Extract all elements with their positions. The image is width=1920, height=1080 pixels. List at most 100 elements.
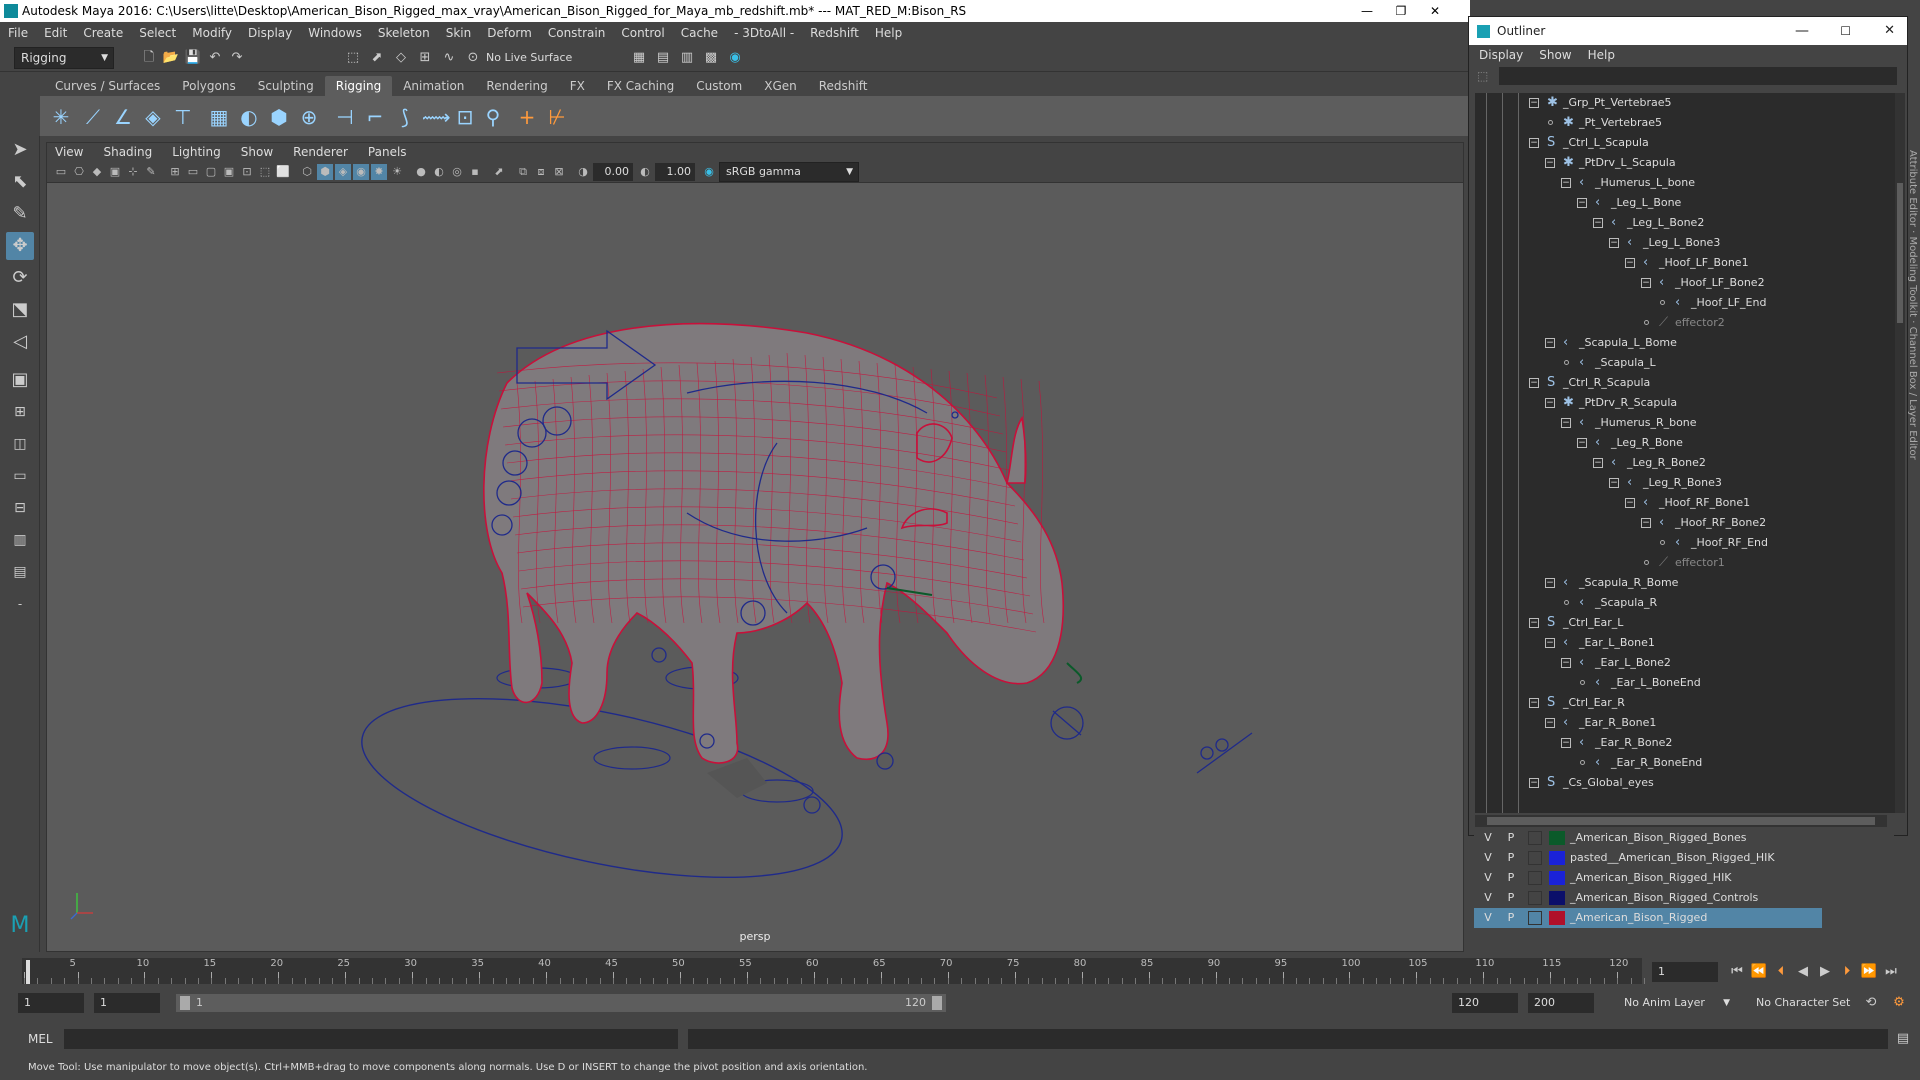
wireframe-on-shaded-icon[interactable]: ◈ xyxy=(335,164,351,180)
select-object-icon[interactable]: ⬈ xyxy=(368,49,386,67)
outliner-item[interactable]: − S _Ctrl_Ear_L xyxy=(1475,613,1895,633)
animation-end-field[interactable]: 200 xyxy=(1528,993,1594,1013)
add-influence-icon[interactable]: + xyxy=(514,104,540,130)
auto-key-icon[interactable]: ⟲ xyxy=(1862,994,1880,1012)
collapse-toggle-icon[interactable]: − xyxy=(1529,698,1539,708)
menu-create[interactable]: Create xyxy=(83,26,123,40)
layer-display-type[interactable] xyxy=(1528,891,1542,905)
command-input[interactable] xyxy=(64,1029,678,1049)
aim-constraint-icon[interactable]: ⟿ xyxy=(422,104,451,130)
display-layer-row[interactable]: V Ppasted__American_Bison_Rigged_HIK xyxy=(1474,848,1822,868)
safe-action-icon[interactable]: ⬚ xyxy=(257,164,273,180)
menu-deform[interactable]: Deform xyxy=(487,26,532,40)
display-layer-row[interactable]: V P _American_Bison_Rigged_HIK xyxy=(1474,868,1822,888)
collapse-toggle-icon[interactable]: − xyxy=(1641,518,1651,528)
menu-3dtoall[interactable]: - 3DtoAll - xyxy=(734,26,794,40)
current-frame-field[interactable]: 1 xyxy=(1652,962,1718,982)
range-end-handle[interactable] xyxy=(932,996,942,1010)
viewport-menu-panels[interactable]: Panels xyxy=(368,145,407,159)
create-joints-icon[interactable]: ✳ xyxy=(48,104,74,130)
shadows-icon[interactable]: ☀ xyxy=(389,164,405,180)
color-management-icon[interactable]: ◉ xyxy=(701,164,717,180)
step-forward-key-icon[interactable]: ⏩ xyxy=(1860,963,1878,981)
outliner-tree[interactable]: − ✱ _Grp_Pt_Vertebrae5 ✱ _Pt_Vertebrae5− S _Ct… xyxy=(1475,93,1895,813)
outliner-item[interactable]: ‹ _Scapula_R xyxy=(1475,593,1895,613)
outliner-item[interactable]: − ‹ _Hoof_RF_Bone2 xyxy=(1475,513,1895,533)
layer-display-type[interactable] xyxy=(1528,831,1542,845)
snap-point-icon[interactable]: ⊙ xyxy=(464,49,482,67)
foot-control-curve[interactable] xyxy=(803,796,821,814)
display-layer-row[interactable]: V P _American_Bison_Rigged_Controls xyxy=(1474,888,1822,908)
outliner-item[interactable]: − ‹ _Hoof_RF_Bone1 xyxy=(1475,493,1895,513)
scale-tool-icon[interactable]: ⬔ xyxy=(6,296,34,324)
outliner-item[interactable]: − ‹ _Leg_L_Bone3 xyxy=(1475,233,1895,253)
outliner-item[interactable]: ‹ _Ear_R_BoneEnd xyxy=(1475,753,1895,773)
collapse-toggle-icon[interactable]: − xyxy=(1561,178,1571,188)
uv-layout-icon[interactable]: ▤ xyxy=(6,558,34,586)
filter-icon[interactable]: ⬚ xyxy=(1477,69,1488,83)
outliner-item[interactable]: ‹ _Ear_L_BoneEnd xyxy=(1475,673,1895,693)
menu-help[interactable]: Help xyxy=(875,26,902,40)
shelf-tab-curves-surfaces[interactable]: Curves / Surfaces xyxy=(44,76,171,96)
outliner-item[interactable]: ‹ _Scapula_L xyxy=(1475,353,1895,373)
menu-skin[interactable]: Skin xyxy=(446,26,472,40)
outliner-item[interactable]: − ‹ _Ear_R_Bone1 xyxy=(1475,713,1895,733)
collapse-toggle-icon[interactable]: − xyxy=(1545,158,1555,168)
layer-color-swatch[interactable] xyxy=(1549,871,1565,885)
shelf-tab-xgen[interactable]: XGen xyxy=(753,76,808,96)
layer-color-swatch[interactable] xyxy=(1549,851,1565,865)
outliner-item[interactable]: ⟋ effector1 xyxy=(1475,553,1895,573)
layer-playback-toggle[interactable]: P xyxy=(1503,828,1519,848)
layer-visibility-toggle[interactable]: V xyxy=(1480,908,1496,928)
foot-control-curve[interactable] xyxy=(593,746,671,770)
layer-display-type[interactable] xyxy=(1528,911,1542,925)
shelf-tab-fx[interactable]: FX xyxy=(559,76,596,96)
character-set-dropdown[interactable]: No Character Set xyxy=(1742,993,1868,1013)
wireframe-icon[interactable]: ⬡ xyxy=(299,164,315,180)
range-start-field[interactable]: 1 xyxy=(18,993,84,1013)
move-tool-icon[interactable]: ✥ xyxy=(6,232,34,260)
outliner-item[interactable]: − ✱ _PtDrv_L_Scapula xyxy=(1475,153,1895,173)
menu-redshift[interactable]: Redshift xyxy=(810,26,859,40)
collapse-toggle-icon[interactable]: − xyxy=(1593,458,1603,468)
menu-file[interactable]: File xyxy=(8,26,28,40)
orient-constraint-icon[interactable]: ⌐ xyxy=(362,104,388,130)
layer-visibility-toggle[interactable]: V xyxy=(1480,848,1496,868)
eye-control-curve[interactable] xyxy=(1200,746,1214,760)
remove-influence-icon[interactable]: ⊬ xyxy=(544,104,570,130)
collapse-toggle-icon[interactable]: − xyxy=(1561,418,1571,428)
paint-select-icon[interactable]: ✎ xyxy=(6,200,34,228)
smooth-shade-icon[interactable]: ⬢ xyxy=(317,164,333,180)
menu-edit[interactable]: Edit xyxy=(44,26,67,40)
collapse-toggle-icon[interactable]: − xyxy=(1625,498,1635,508)
layer-playback-toggle[interactable]: P xyxy=(1503,908,1519,928)
mirror-joint-icon[interactable]: ⊤ xyxy=(170,104,196,130)
film-gate-icon[interactable]: ▭ xyxy=(185,164,201,180)
range-start-handle[interactable] xyxy=(180,996,190,1010)
play-forward-icon[interactable]: ▶ xyxy=(1816,963,1834,981)
bison-mesh[interactable] xyxy=(483,322,1065,764)
collapse-toggle-icon[interactable]: − xyxy=(1529,378,1539,388)
layer-playback-toggle[interactable]: P xyxy=(1503,868,1519,888)
ambient-occlusion-icon[interactable]: ● xyxy=(413,164,429,180)
step-back-key-icon[interactable]: ⏪ xyxy=(1750,963,1768,981)
smooth-bind-icon[interactable]: ◐ xyxy=(236,104,262,130)
outliner-item[interactable]: − ‹ _Ear_L_Bone1 xyxy=(1475,633,1895,653)
close-icon[interactable]: ✕ xyxy=(1420,0,1450,22)
hypershade-layout-icon[interactable]: ▥ xyxy=(6,526,34,554)
restore-icon[interactable]: ❐ xyxy=(1386,0,1416,22)
isolate-select-icon[interactable]: ⬈ xyxy=(491,164,507,180)
collapse-toggle-icon[interactable]: − xyxy=(1577,438,1587,448)
ik-handle-icon[interactable]: ⟋ xyxy=(80,104,106,130)
collapse-toggle-icon[interactable]: − xyxy=(1545,578,1555,588)
ik-spline-icon[interactable]: ∠ xyxy=(110,104,136,130)
render-view-icon[interactable]: ▦ xyxy=(630,49,648,67)
horizontal-scroll-thumb[interactable] xyxy=(1487,817,1875,825)
resolution-gate-icon[interactable]: ▢ xyxy=(203,164,219,180)
layer-color-swatch[interactable] xyxy=(1549,831,1565,845)
layer-display-type[interactable] xyxy=(1528,871,1542,885)
exposure-icon[interactable]: ◑ xyxy=(575,164,591,180)
parent-constraint-icon[interactable]: ⟆ xyxy=(392,104,418,130)
animation-prefs-icon[interactable]: ⚙ xyxy=(1890,994,1908,1012)
outliner-item[interactable]: ‹ _Hoof_RF_End xyxy=(1475,533,1895,553)
